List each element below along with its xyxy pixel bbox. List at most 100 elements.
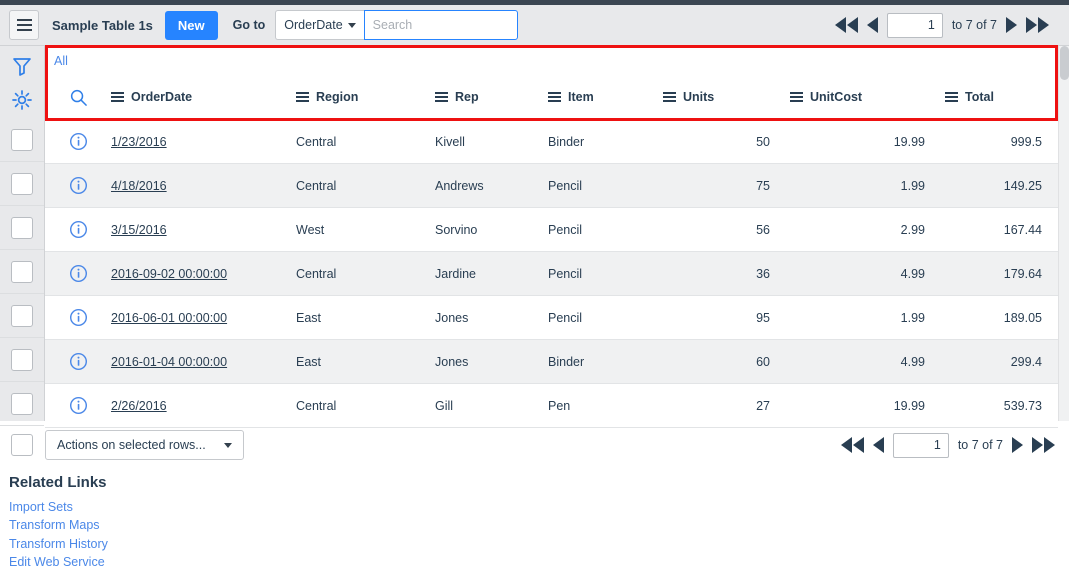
cell-item: Pen: [548, 398, 571, 413]
related-link-edit-web-service[interactable]: Edit Web Service: [9, 553, 409, 571]
related-link-import-sets[interactable]: Import Sets: [9, 498, 409, 516]
column-header-row: OrderDate Region Rep Item Units UnitCost…: [45, 75, 1058, 120]
actions-on-selected-rows-select[interactable]: Actions on selected rows...: [45, 430, 244, 460]
table-row[interactable]: 2016-06-01 00:00:00 East Jones Pencil 95 1.99…: [45, 296, 1058, 340]
column-menu-icon: [945, 92, 958, 102]
row-select-checkbox[interactable]: [11, 304, 33, 327]
previous-page-button-bottom[interactable]: [872, 437, 884, 453]
select-all-checkbox-footer[interactable]: [11, 434, 33, 456]
table-row[interactable]: 2016-01-04 00:00:00 East Jones Binder 60 4.99…: [45, 340, 1058, 384]
cell-rep: Andrews: [435, 178, 484, 193]
next-page-button[interactable]: [1006, 17, 1017, 33]
column-header-region[interactable]: Region: [296, 90, 435, 104]
column-header-label: Region: [316, 90, 359, 104]
new-button[interactable]: New: [164, 10, 218, 40]
column-menu-icon: [790, 92, 803, 102]
cell-rep: Jones: [435, 310, 469, 325]
column-header-unitcost[interactable]: UnitCost: [790, 90, 945, 104]
table-row[interactable]: 3/15/2016 West Sorvino Pencil 56 2.99 167.44: [45, 208, 1058, 252]
hamburger-menu-icon[interactable]: [9, 10, 39, 40]
related-link-transform-maps[interactable]: Transform Maps: [9, 516, 409, 534]
last-page-button[interactable]: [1026, 17, 1049, 33]
row-info-icon[interactable]: [45, 132, 111, 151]
row-info-icon[interactable]: [45, 220, 111, 239]
row-select-checkbox[interactable]: [11, 128, 33, 151]
first-page-button-bottom[interactable]: [840, 437, 864, 453]
cell-rep: Sorvino: [435, 222, 478, 237]
column-header-units[interactable]: Units: [663, 90, 790, 104]
pagination-top: to 7 of 7: [834, 12, 1049, 38]
column-header-orderdate[interactable]: OrderDate: [111, 90, 296, 104]
cell-unitcost: 1.99: [900, 178, 925, 193]
last-page-button-bottom[interactable]: [1032, 437, 1055, 453]
page-range-text-bottom: to 7 of 7: [957, 438, 1003, 452]
column-menu-icon: [663, 92, 676, 102]
row-info-icon[interactable]: [45, 176, 111, 195]
row-info-icon[interactable]: [45, 396, 111, 415]
column-header-item[interactable]: Item: [548, 90, 663, 104]
cell-units: 95: [756, 310, 770, 325]
row-select-checkbox[interactable]: [11, 216, 33, 239]
search-row-magnifier-icon[interactable]: [45, 88, 111, 107]
column-menu-icon: [296, 92, 309, 102]
page-number-input-top[interactable]: [886, 12, 943, 38]
column-header-rep[interactable]: Rep: [435, 90, 548, 104]
cell-units: 75: [756, 178, 770, 193]
column-menu-icon: [111, 92, 124, 102]
order-date-link[interactable]: 3/15/2016: [111, 223, 167, 237]
related-link-transform-history[interactable]: Transform History: [9, 535, 409, 553]
column-header-total[interactable]: Total: [945, 90, 1045, 104]
cell-total: 539.73: [1003, 398, 1042, 413]
first-page-button[interactable]: [834, 17, 858, 33]
goto-field-select[interactable]: OrderDate: [275, 10, 364, 40]
row-checkbox-cell: [0, 206, 44, 250]
order-date-link[interactable]: 2016-06-01 00:00:00: [111, 311, 227, 325]
cell-unitcost: 1.99: [900, 310, 925, 325]
page-range-text-top: to 7 of 7: [951, 18, 997, 32]
row-select-checkbox[interactable]: [11, 348, 33, 371]
gear-icon[interactable]: [10, 88, 34, 112]
cell-rep: Gill: [435, 398, 454, 413]
table-row[interactable]: 2016-09-02 00:00:00 Central Jardine Pencil 3…: [45, 252, 1058, 296]
search-input[interactable]: [363, 10, 518, 40]
actions-label: Actions on selected rows...: [57, 438, 206, 452]
chevron-down-icon: [223, 442, 232, 448]
cell-total: 189.05: [1003, 310, 1042, 325]
row-info-icon[interactable]: [45, 352, 111, 371]
row-select-checkbox[interactable]: [11, 260, 33, 283]
order-date-link[interactable]: 1/23/2016: [111, 135, 167, 149]
previous-page-button[interactable]: [866, 17, 878, 33]
cell-units: 50: [756, 134, 770, 149]
row-checkbox-cell: [0, 118, 44, 162]
left-icon-rail: [0, 46, 45, 128]
row-checkbox-cell: [0, 250, 44, 294]
breadcrumb-all[interactable]: All: [54, 54, 68, 68]
order-date-link[interactable]: 2016-09-02 00:00:00: [111, 267, 227, 281]
row-checkbox-cell: [0, 338, 44, 382]
scrollbar-thumb[interactable]: [1060, 46, 1069, 80]
goto-field-value: OrderDate: [284, 18, 343, 32]
order-date-link[interactable]: 2016-01-04 00:00:00: [111, 355, 227, 369]
order-date-link[interactable]: 2/26/2016: [111, 399, 167, 413]
chevron-down-icon: [347, 22, 356, 28]
next-page-button-bottom[interactable]: [1012, 437, 1023, 453]
app-header: Sample Table 1s New Go to OrderDate to 7…: [0, 5, 1069, 46]
column-header-label: Item: [568, 90, 594, 104]
table-row[interactable]: 1/23/2016 Central Kivell Binder 50 19.99 999.5: [45, 120, 1058, 164]
cell-region: East: [296, 354, 322, 369]
cell-unitcost: 19.99: [893, 134, 925, 149]
row-select-checkbox[interactable]: [11, 172, 33, 195]
row-info-icon[interactable]: [45, 308, 111, 327]
table-row[interactable]: 4/18/2016 Central Andrews Pencil 75 1.99 149.2…: [45, 164, 1058, 208]
order-date-link[interactable]: 4/18/2016: [111, 179, 167, 193]
row-info-icon[interactable]: [45, 264, 111, 283]
cell-unitcost: 4.99: [900, 354, 925, 369]
breadcrumb: All: [45, 46, 1058, 75]
vertical-scrollbar[interactable]: [1058, 46, 1069, 421]
cell-item: Binder: [548, 354, 585, 369]
funnel-icon[interactable]: [10, 54, 34, 78]
row-checkbox-cell: [0, 294, 44, 338]
page-number-input-bottom[interactable]: [892, 432, 949, 458]
cell-region: Central: [296, 266, 337, 281]
row-select-checkbox[interactable]: [11, 392, 33, 415]
